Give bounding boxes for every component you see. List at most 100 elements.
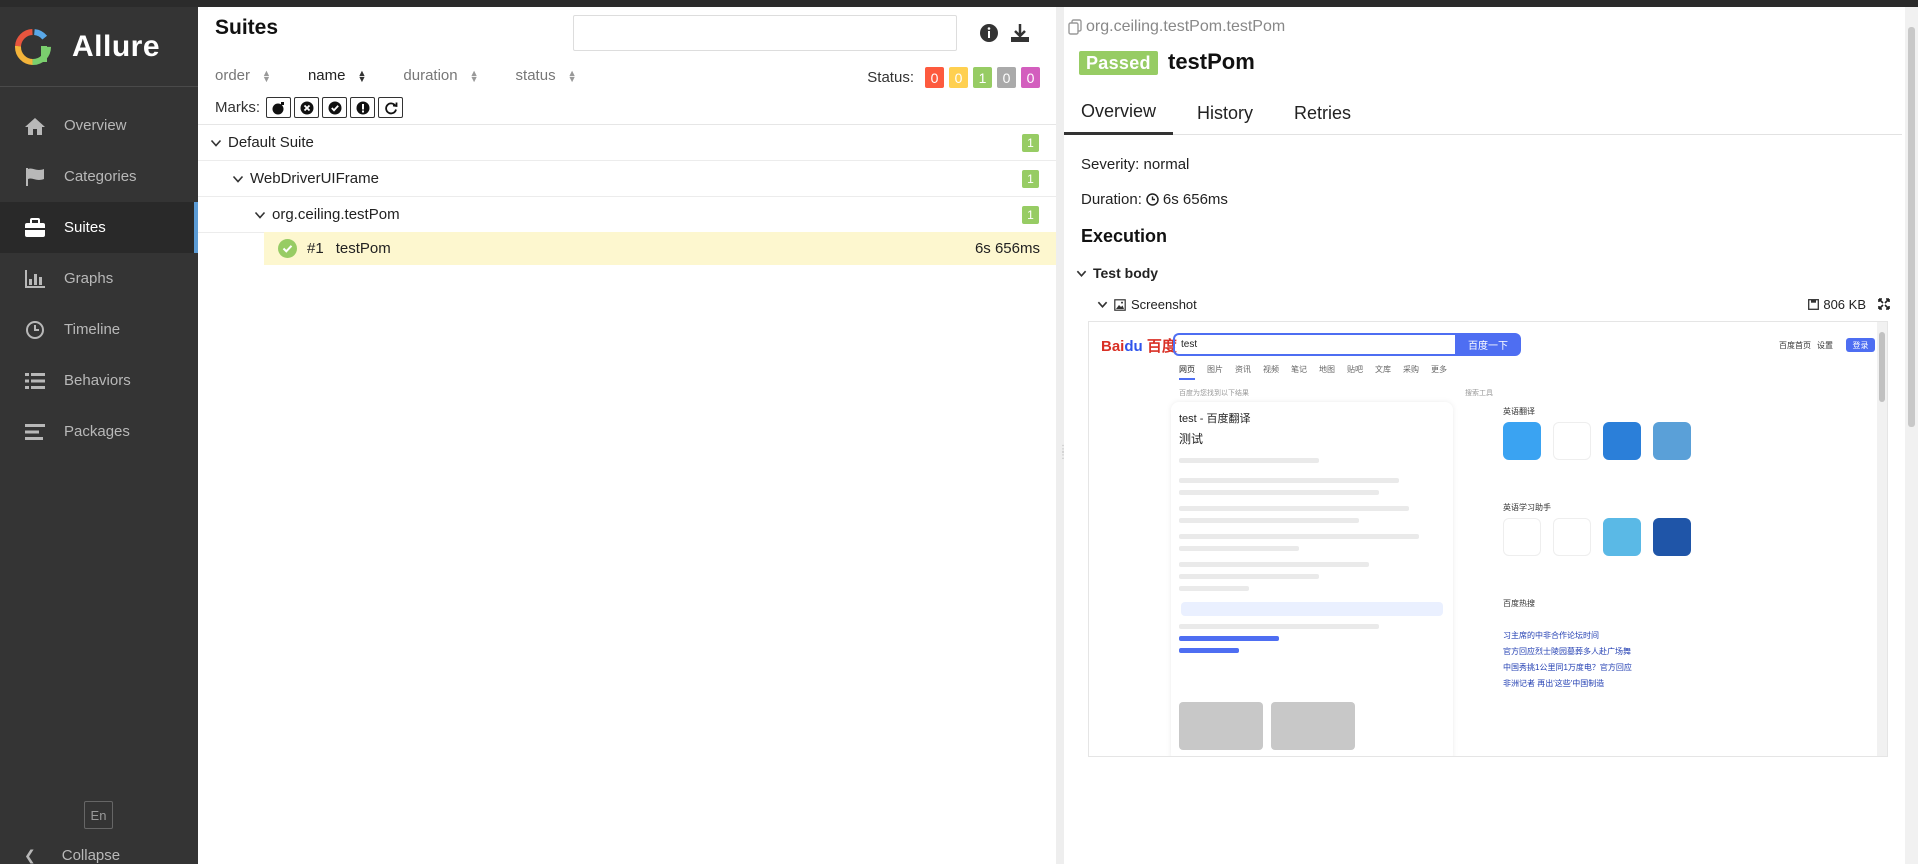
expand-icon[interactable] — [1878, 298, 1890, 310]
embedded-top-link: 设置 — [1817, 341, 1833, 350]
sidebar-item-behaviors[interactable]: Behaviors — [0, 355, 198, 406]
detail-tabs: Overview History Retries — [1064, 91, 1902, 135]
tree-node-label: org.ceiling.testPom — [272, 206, 400, 223]
sort-arrows-icon: ▲ ▼ — [469, 67, 479, 84]
embedded-tab: 地图 — [1319, 365, 1335, 374]
test-title: testPom — [1168, 49, 1255, 74]
embedded-card-word: 测试 — [1179, 432, 1204, 446]
text-line — [1179, 574, 1319, 579]
chevron-down-icon — [232, 175, 244, 183]
text-line — [1179, 506, 1409, 511]
sidebar-item-categories[interactable]: Categories — [0, 151, 198, 202]
embedded-tab: 资讯 — [1235, 365, 1251, 374]
sort-arrows-icon: ▲ ▼ — [567, 67, 577, 84]
collapse-label: Collapse — [61, 847, 121, 864]
embedded-tab: 文库 — [1375, 365, 1391, 374]
video-thumb — [1179, 702, 1263, 750]
status-label: Status: — [867, 69, 914, 86]
status-skipped-badge[interactable]: 0 — [997, 67, 1016, 88]
allure-logo-icon — [15, 28, 51, 65]
flaky-mark-icon[interactable] — [266, 97, 291, 118]
text-line — [1179, 478, 1399, 483]
attachment-name: Screenshot — [1131, 297, 1197, 312]
page-title: Suites — [215, 16, 279, 39]
sidebar-item-suites[interactable]: Suites — [0, 202, 198, 253]
text-line — [1179, 562, 1369, 567]
bar-chart-icon — [22, 268, 48, 290]
scrollbar-thumb[interactable] — [1908, 27, 1915, 427]
embedded-tools: 搜索工具 — [1465, 390, 1493, 397]
embedded-news-item: 中国秀挑1公里同1万度电？官方回应 — [1503, 663, 1632, 672]
sidebar-item-label: Graphs — [64, 270, 114, 287]
detail-scrollbar[interactable] — [1905, 7, 1918, 864]
new-failed-mark-icon[interactable] — [294, 97, 319, 118]
tree-node-package[interactable]: org.ceiling.testPom 1 — [198, 197, 1056, 233]
embedded-right-section: 英语学习助手 — [1503, 503, 1551, 512]
collapse-button[interactable]: ❮ Collapse — [24, 847, 120, 864]
tree-node-suite[interactable]: Default Suite 1 — [198, 125, 1056, 161]
embedded-tabs: 网页 图片 资讯 视频 笔记 地图 贴吧 文库 采购 更多 — [1179, 364, 1447, 380]
text-line — [1179, 458, 1319, 463]
sort-name[interactable]: name ▲ ▼ — [308, 67, 366, 84]
embedded-tab-bar — [1181, 602, 1443, 616]
search-input[interactable] — [573, 15, 957, 51]
briefcase-icon — [22, 217, 48, 239]
brand[interactable]: Allure — [0, 7, 198, 87]
embedded-tab: 贴吧 — [1347, 365, 1363, 374]
embedded-search-button: 百度一下 — [1455, 333, 1521, 356]
sidebar-item-label: Suites — [64, 219, 106, 236]
chevron-down-icon — [1097, 301, 1108, 309]
sort-duration[interactable]: duration ▲ ▼ — [403, 67, 478, 84]
sidebar-item-overview[interactable]: Overview — [0, 100, 198, 151]
download-icon[interactable] — [1008, 21, 1032, 45]
tab-overview[interactable]: Overview — [1064, 91, 1174, 135]
attachment-size-value: 806 KB — [1823, 297, 1866, 312]
status-failed-badge[interactable]: 0 — [925, 67, 944, 88]
embedded-tab: 笔记 — [1291, 365, 1307, 374]
status-unknown-badge[interactable]: 0 — [1021, 67, 1040, 88]
sidebar-item-label: Packages — [64, 423, 130, 440]
sidebar-item-graphs[interactable]: Graphs — [0, 253, 198, 304]
sidebar-item-timeline[interactable]: Timeline — [0, 304, 198, 355]
passed-check-icon — [278, 239, 297, 258]
clock-icon — [1146, 193, 1159, 206]
embedded-news-item: 习主席的中非合作论坛时间 — [1503, 631, 1599, 640]
test-body-toggle[interactable]: Test body — [1076, 265, 1158, 281]
info-icon[interactable] — [977, 21, 1001, 45]
app-tile — [1503, 422, 1541, 460]
duration-value: 6s 656ms — [1162, 191, 1228, 208]
app-tile — [1603, 518, 1641, 556]
app-tile — [1503, 518, 1541, 556]
sort-status[interactable]: status ▲ ▼ — [516, 67, 577, 84]
embedded-card-title: test - 百度翻译 — [1179, 413, 1251, 425]
sort-order[interactable]: order ▲ ▼ — [215, 67, 271, 84]
new-broken-mark-icon[interactable] — [350, 97, 375, 118]
status-passed-badge[interactable]: 1 — [973, 67, 992, 88]
test-detail-pane: org.ceiling.testPom.testPom Passed testP… — [1064, 7, 1902, 864]
sidebar-item-label: Categories — [64, 168, 137, 185]
copy-icon — [1068, 19, 1082, 35]
test-case-row[interactable]: #1 testPom 6s 656ms — [264, 232, 1056, 265]
test-body-label: Test body — [1093, 265, 1159, 281]
status-broken-badge[interactable]: 0 — [949, 67, 968, 88]
duration: Duration: 6s 656ms — [1081, 191, 1228, 208]
language-button[interactable]: En — [84, 801, 113, 829]
sort-label: order — [215, 67, 251, 84]
embedded-top-link: 百度首页 — [1779, 341, 1811, 350]
pane-splitter[interactable]: ⋮ ⋮ — [1056, 7, 1068, 864]
app-tile — [1653, 422, 1691, 460]
embedded-right-section: 百度热搜 — [1503, 599, 1535, 608]
tab-history[interactable]: History — [1180, 91, 1270, 135]
splitter-grip[interactable]: ⋮ ⋮ — [1058, 445, 1068, 483]
attachment-toggle[interactable]: Screenshot — [1097, 297, 1197, 312]
severity: Severity: normal — [1081, 156, 1190, 173]
tree-node-class[interactable]: WebDriverUIFrame 1 — [198, 161, 1056, 197]
test-path[interactable]: org.ceiling.testPom.testPom — [1068, 18, 1285, 36]
new-passed-mark-icon[interactable] — [322, 97, 347, 118]
tab-retries[interactable]: Retries — [1277, 91, 1368, 135]
suites-pane: Suites order ▲ ▼ name ▲ ▼ duration ▲ ▼ status ▲… — [198, 7, 1056, 864]
attachment-size: 806 KB — [1808, 297, 1866, 312]
sidebar-item-packages[interactable]: Packages — [0, 406, 198, 457]
retries-mark-icon[interactable] — [378, 97, 403, 118]
app-tile — [1553, 422, 1591, 460]
